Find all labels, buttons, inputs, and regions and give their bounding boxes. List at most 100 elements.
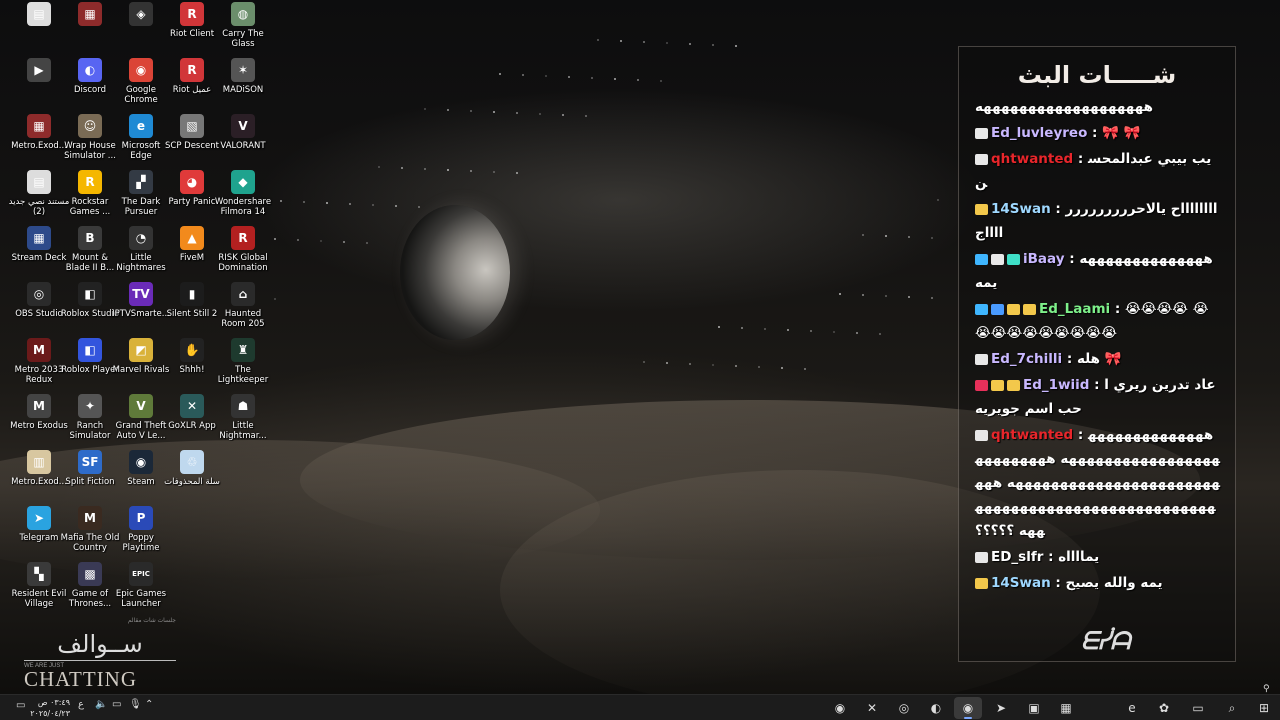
star: [320, 240, 322, 242]
desktop-shortcut[interactable]: ♜ The Lightkeeper: [214, 338, 272, 394]
copilot-taskbar-icon[interactable]: ✿: [1150, 697, 1178, 719]
star: [666, 42, 668, 44]
desktop-shortcut[interactable]: ♲ سلة المحذوفات: [163, 450, 221, 506]
brand-divider: [24, 660, 176, 661]
mafia-icon: M: [78, 506, 102, 530]
desktop-shortcut[interactable]: P Poppy Playtime: [112, 506, 170, 562]
desktop-shortcut[interactable]: EPIC Epic Games Launcher: [112, 562, 170, 618]
desktop-shortcut-label: Haunted Room 205: [221, 309, 265, 329]
outlook-taskbar-icon[interactable]: ▣: [1020, 697, 1048, 719]
chat-badge-icon: [975, 303, 988, 315]
desktop-shortcut-label: MADiSON: [222, 85, 264, 95]
text-file-icon: ▤: [27, 2, 51, 26]
star: [862, 294, 864, 296]
star: [545, 75, 547, 77]
desktop-shortcut[interactable]: ▦: [61, 2, 119, 58]
star: [303, 201, 305, 203]
task-view-icon[interactable]: ▭: [1184, 697, 1212, 719]
chat-username: qhtwanted: [991, 427, 1074, 443]
star: [931, 237, 933, 239]
windows-start-icon[interactable]: ⊞: [1250, 697, 1278, 719]
recycle-bin-icon: ♲: [180, 450, 204, 474]
little-nightmares-icon: ☗: [231, 394, 255, 418]
star: [591, 77, 593, 79]
store-taskbar-icon[interactable]: ▦: [1052, 697, 1080, 719]
search-icon[interactable]: ⌕: [1218, 697, 1246, 719]
stream-chat-overlay: شـــــات البث هههههههههههههههههههه Ed_luv…: [958, 46, 1236, 662]
desktop-shortcut[interactable]: ☗ Little Nightmar...: [214, 394, 272, 450]
obs-icon: ◎: [27, 282, 51, 306]
desktop-shortcut[interactable]: ⌂ Haunted Room 205: [214, 282, 272, 338]
star: [493, 111, 495, 113]
star: [326, 202, 328, 204]
chat-badge-icon: [1007, 379, 1020, 391]
chat-username: Ed_Laami: [1039, 301, 1111, 317]
notification-icon[interactable]: ▭: [16, 700, 25, 711]
party-panic-icon: ◕: [180, 170, 204, 194]
brand-logo: جلسات شات مقالم ســوالف WE ARE JUST CHAT…: [24, 617, 176, 695]
star: [470, 170, 472, 172]
desktop-shortcut-label: Poppy Playtime: [122, 533, 160, 553]
metro-2033-icon: M: [27, 338, 51, 362]
chat-message: Ed_luvleyreo : 🎀 🎀: [975, 121, 1221, 145]
edge-taskbar-icon[interactable]: e: [1118, 697, 1146, 719]
poppy-playtime-icon: P: [129, 506, 153, 530]
desktop-shortcut[interactable]: R RISK Global Domination: [214, 226, 272, 282]
star: [493, 171, 495, 173]
desktop-shortcut[interactable]: ✶ MADiSON: [214, 58, 272, 114]
chat-badge-icon: [975, 153, 988, 165]
desktop-shortcut-label: Epic Games Launcher: [115, 589, 167, 609]
pen-icon[interactable]: ⚲: [1263, 684, 1270, 694]
gta-v-icon: V: [129, 394, 153, 418]
goxlr-taskbar-icon[interactable]: ✕: [858, 697, 886, 719]
lightkeeper-icon: ♜: [231, 338, 255, 362]
star: [666, 362, 668, 364]
desktop-shortcut-label: The Lightkeeper: [217, 365, 269, 385]
star: [781, 367, 783, 369]
chat-message: qhtwanted : هههههههههههههههههههههههههههه…: [975, 423, 1221, 543]
steam-taskbar-icon[interactable]: ◉: [826, 697, 854, 719]
star: [712, 364, 714, 366]
chrome-taskbar-icon[interactable]: ◉: [954, 697, 982, 719]
app-icon: ◈: [129, 2, 153, 26]
star: [787, 329, 789, 331]
star: [637, 79, 639, 81]
star: [735, 365, 737, 367]
star: [856, 332, 858, 334]
microphone-icon[interactable]: 🎙: [129, 699, 142, 710]
edge-icon: e: [129, 114, 153, 138]
winrar-icon: ▦: [27, 114, 51, 138]
wrap-house-icon: ☺: [78, 114, 102, 138]
winrar-icon: ▦: [78, 2, 102, 26]
volume-icon[interactable]: 🔈: [95, 699, 107, 710]
chat-badge-icon: [991, 379, 1004, 391]
chat-badge-icon: [1007, 303, 1020, 315]
star: [366, 242, 368, 244]
discord-taskbar-icon[interactable]: ◐: [922, 697, 950, 719]
star: [885, 235, 887, 237]
valorant-icon: V: [231, 114, 255, 138]
chat-badge-icon: [991, 303, 1004, 315]
obs-taskbar-icon[interactable]: ◎: [890, 697, 918, 719]
desktop-icon-grid: ▤ ▦ ◈ R Riot Client ◍ Carry The Glass ▶ ◐ Discord…: [9, 2, 272, 622]
chat-badge-icon: [975, 379, 988, 391]
desktop-shortcut[interactable]: V VALORANT: [214, 114, 272, 170]
chat-message: iBaay : ههههههههههههههه يمه: [975, 247, 1221, 295]
chevron-up-icon[interactable]: ⌃: [145, 699, 153, 710]
star: [620, 40, 622, 42]
language-indicator[interactable]: ع: [78, 699, 84, 710]
steam-icon: ◉: [129, 450, 153, 474]
star: [297, 239, 299, 241]
chat-message: qhtwanted : يب بيبي عبدالمحسن: [975, 147, 1221, 195]
chat-title: شـــــات البث: [1017, 61, 1177, 89]
desktop-shortcut[interactable]: ▤: [10, 2, 68, 58]
chat-badge-icon: [975, 429, 988, 441]
desktop-shortcut[interactable]: ◍ Carry The Glass: [214, 2, 272, 58]
telegram-taskbar-icon[interactable]: ➤: [987, 697, 1015, 719]
desktop-shortcut[interactable]: ◆ Wondershare Filmora 14: [214, 170, 272, 226]
star: [349, 203, 351, 205]
scp-descent-icon: ▧: [180, 114, 204, 138]
clock[interactable]: ٠٣:٤٩ ص ٢٠٢٥/٠٤/٢٣: [30, 697, 70, 719]
network-icon[interactable]: ▭: [112, 699, 121, 710]
star: [908, 296, 910, 298]
